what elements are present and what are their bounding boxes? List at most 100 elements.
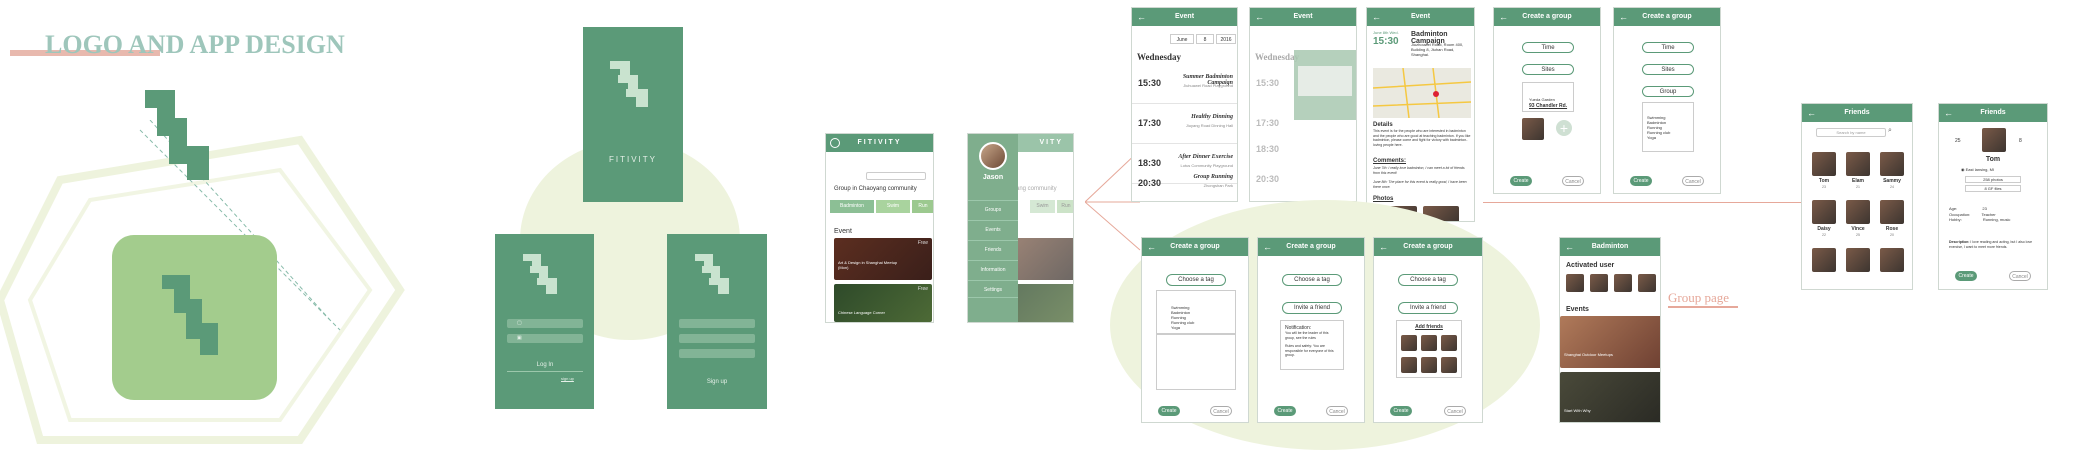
username-field[interactable]: ▢: [507, 319, 583, 328]
menu-avatar[interactable]: [979, 142, 1007, 170]
profile-cancel-button[interactable]: Cancel: [2009, 271, 2031, 281]
back-arrow-icon[interactable]: ←: [1263, 238, 1272, 256]
details-heading: Details: [1373, 122, 1393, 128]
friends-screen: ← Friends Search by name ⌕ Tom Elam Sammy…: [1801, 103, 1913, 290]
event-row[interactable]: 15:30 Summer Badminton Campaign Jiuhuawe…: [1132, 64, 1237, 104]
group-option[interactable]: Yoga: [1647, 135, 1689, 140]
home-search-input[interactable]: [866, 172, 926, 180]
menu-faded-tab-swim: Swim: [1030, 200, 1055, 213]
friend-photo[interactable]: [1880, 248, 1904, 272]
home-event-card-1[interactable]: Free Art & Design in Shanghai Meetup (Mo…: [834, 238, 932, 280]
back-arrow-icon[interactable]: ←: [1372, 8, 1381, 26]
friend-photo[interactable]: [1846, 200, 1870, 224]
invite-friend-field[interactable]: Invite a friend: [1282, 302, 1342, 314]
member-avatar[interactable]: [1566, 274, 1584, 292]
group-page-header: ← Badminton: [1560, 238, 1660, 256]
home-tab-run[interactable]: Run: [912, 200, 933, 213]
group-field[interactable]: Group: [1642, 86, 1694, 97]
event-year[interactable]: 2016: [1216, 34, 1236, 44]
friend-thumb[interactable]: [1401, 357, 1417, 373]
profile-create-button[interactable]: Create: [1955, 271, 1977, 281]
member-avatar[interactable]: [1590, 274, 1608, 292]
friend-photo[interactable]: [1846, 248, 1870, 272]
profile-files[interactable]: 8 GF files: [1965, 185, 2021, 192]
add-circle-icon[interactable]: +: [1556, 120, 1572, 136]
home-screen: FITIVITY Group in Chaoyang community Bad…: [825, 133, 934, 323]
home-tab-swim[interactable]: Swim: [876, 200, 910, 213]
menu-item-groups[interactable]: Groups: [968, 200, 1018, 218]
friend-photo[interactable]: [1812, 200, 1836, 224]
signup-button[interactable]: Sign up: [679, 379, 755, 385]
create-button[interactable]: Create: [1630, 176, 1652, 186]
sites-popup-name[interactable]: Yueda Garden: [1529, 97, 1555, 102]
friends-search-input[interactable]: Search by name: [1816, 128, 1886, 137]
detail-map[interactable]: [1372, 67, 1472, 119]
menu-item-information[interactable]: Information: [968, 260, 1018, 278]
back-arrow-icon[interactable]: ←: [1147, 238, 1156, 256]
friend-thumb[interactable]: [1401, 335, 1417, 351]
member-avatar[interactable]: [1638, 274, 1656, 292]
home-avatar-icon[interactable]: [830, 138, 840, 148]
friend-photo[interactable]: [1812, 248, 1836, 272]
sites-field[interactable]: Sites: [1642, 64, 1694, 75]
event-day[interactable]: 8: [1196, 34, 1214, 44]
profile-photos[interactable]: 258 photos: [1965, 176, 2021, 183]
back-arrow-icon[interactable]: ←: [1379, 238, 1388, 256]
back-arrow-icon[interactable]: ←: [1565, 238, 1574, 256]
cancel-button[interactable]: Cancel: [1682, 176, 1704, 186]
cancel-button[interactable]: Cancel: [1210, 406, 1232, 416]
event-month[interactable]: June: [1170, 34, 1194, 44]
cancel-button[interactable]: Cancel: [1326, 406, 1348, 416]
time-field[interactable]: Time: [1642, 42, 1694, 53]
signup-link[interactable]: sign up: [561, 376, 574, 381]
create-button[interactable]: Create: [1274, 406, 1296, 416]
login-button[interactable]: Log In: [507, 362, 583, 372]
tag-option[interactable]: Yoga: [1171, 325, 1221, 330]
password-field[interactable]: ▣: [507, 334, 583, 343]
home-event-card-2[interactable]: Free Chinese Language Corner: [834, 284, 932, 322]
friend-thumb[interactable]: [1441, 335, 1457, 351]
friend-thumb[interactable]: [1421, 335, 1437, 351]
choose-tag-field[interactable]: Choose a tag: [1398, 274, 1458, 286]
back-arrow-icon[interactable]: ←: [1944, 104, 1953, 122]
invite-friend-field[interactable]: Invite a friend: [1398, 302, 1458, 314]
choose-tag-field[interactable]: Choose a tag: [1166, 274, 1226, 286]
home-tab-badminton[interactable]: Badminton: [830, 200, 874, 213]
back-arrow-icon[interactable]: ←: [1807, 104, 1816, 122]
menu-item-settings[interactable]: Settings: [968, 280, 1018, 298]
choose-tag-field[interactable]: Choose a tag: [1282, 274, 1342, 286]
sites-field[interactable]: Sites: [1522, 64, 1574, 75]
signup-password-field[interactable]: [679, 334, 755, 343]
signup-username-field[interactable]: [679, 319, 755, 328]
member-avatar[interactable]: [1614, 274, 1632, 292]
menu-faded-community: yang community: [1013, 186, 1057, 192]
cancel-button[interactable]: Cancel: [1444, 406, 1466, 416]
time-field[interactable]: Time: [1522, 42, 1574, 53]
back-arrow-icon[interactable]: ←: [1619, 8, 1628, 26]
lock-icon: ▣: [517, 335, 522, 341]
back-arrow-icon[interactable]: ←: [1255, 8, 1264, 26]
connector-line-right: [1483, 202, 1803, 203]
event-row[interactable]: 20:30 Group Running Zhongshan Park: [1132, 164, 1237, 201]
group-event-card-2[interactable]: Start With Why: [1560, 372, 1660, 422]
menu-item-events[interactable]: Events: [968, 220, 1018, 238]
create-button[interactable]: Create: [1510, 176, 1532, 186]
sites-popup-addr[interactable]: 93 Chandler Rd.: [1529, 103, 1567, 109]
friend-thumb[interactable]: [1421, 357, 1437, 373]
create-button[interactable]: Create: [1158, 406, 1180, 416]
friend-photo[interactable]: [1880, 200, 1904, 224]
search-icon[interactable]: ⌕: [1888, 127, 1892, 135]
friend-photo[interactable]: [1846, 152, 1870, 176]
back-arrow-icon[interactable]: ←: [1137, 8, 1146, 26]
event-row[interactable]: 17:30 Healthy Dinning Jiuyang Road Dinni…: [1132, 104, 1237, 144]
profile-screen: ← Friends 25 8 Tom ◉ East lansing, MI 258…: [1938, 103, 2048, 290]
friend-thumb[interactable]: [1441, 357, 1457, 373]
signup-email-field[interactable]: [679, 349, 755, 358]
create-button[interactable]: Create: [1390, 406, 1412, 416]
menu-item-friends[interactable]: Friends: [968, 240, 1018, 258]
group-event-card-1[interactable]: Shanghai Outdoor Meetups: [1560, 316, 1660, 368]
friend-photo[interactable]: [1880, 152, 1904, 176]
back-arrow-icon[interactable]: ←: [1499, 8, 1508, 26]
cancel-button[interactable]: Cancel: [1562, 176, 1584, 186]
friend-photo[interactable]: [1812, 152, 1836, 176]
